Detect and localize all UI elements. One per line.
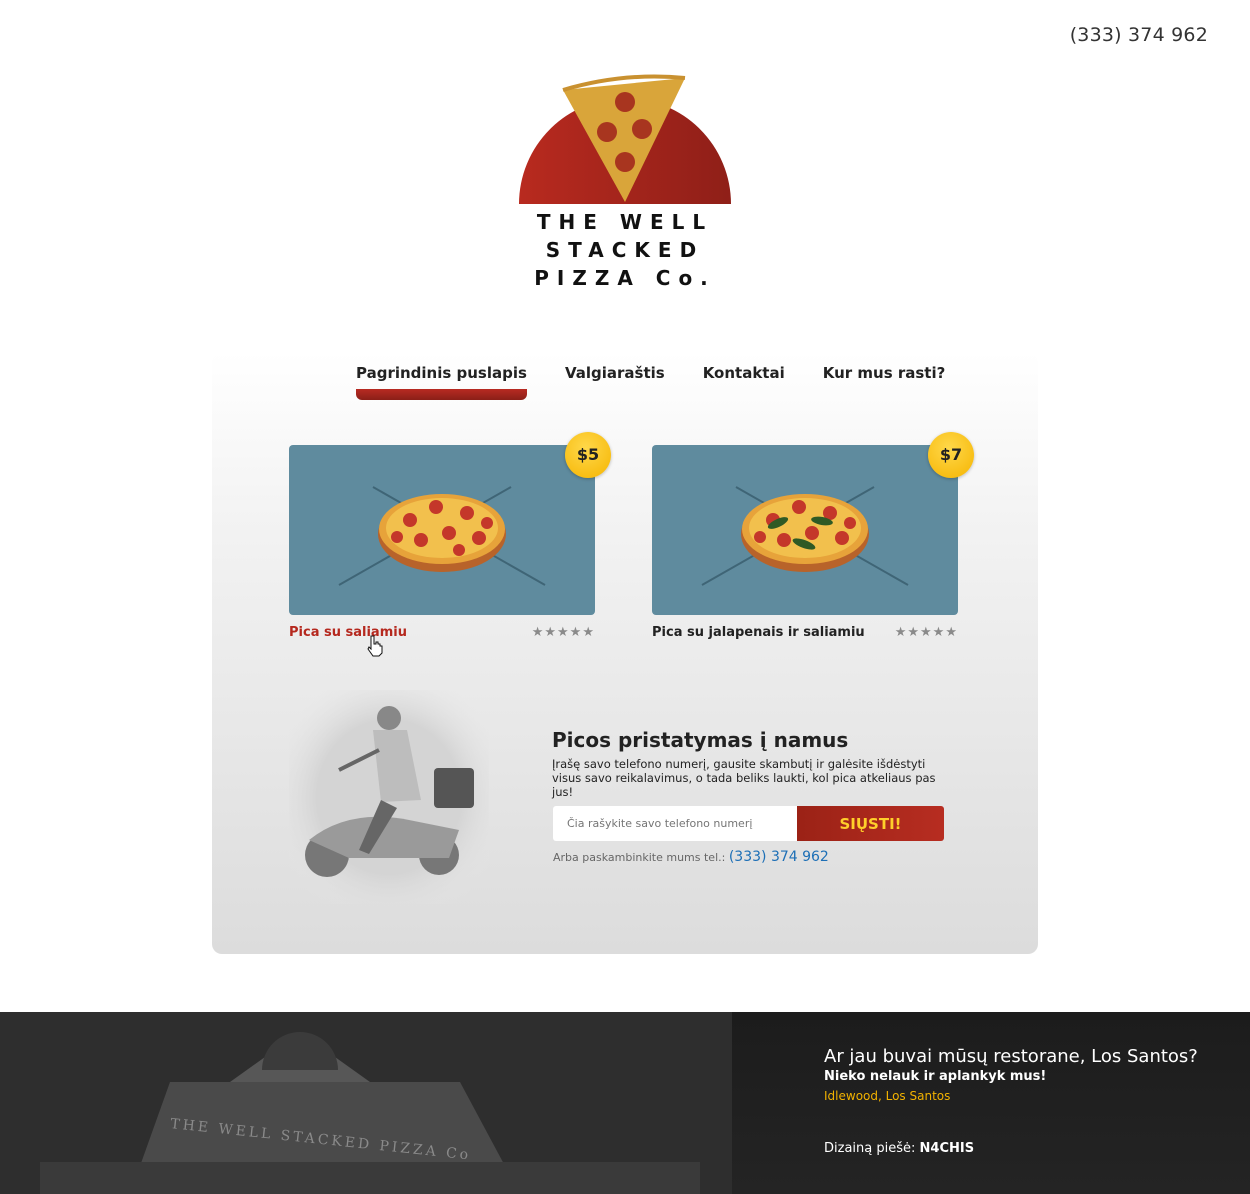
logo-line-1: THE WELL: [536, 210, 714, 234]
delivery-description: Įrašę savo telefono numerį, gausite skam…: [552, 757, 936, 799]
product-card-jalapeno[interactable]: $7 Pica su jalapenais ir saliamiu ★★★★★: [652, 432, 974, 640]
pizza-icon: [338, 486, 546, 586]
logo-line-3: PIZZA Co.: [534, 266, 716, 290]
credit-label: Dizainą piešė:: [824, 1141, 916, 1156]
product-title[interactable]: Pica su jalapenais ir saliamiu: [652, 625, 865, 640]
pizza-logo-icon: [519, 74, 731, 204]
restaurant-photo: THE WELL STACKED PIZZA Co: [0, 1012, 732, 1194]
hand-cursor-icon: [367, 635, 383, 657]
pizza-salami-image[interactable]: [289, 445, 595, 615]
scooter-icon: [289, 690, 489, 904]
price-badge: $7: [928, 432, 974, 478]
footer: THE WELL STACKED PIZZA Co: [0, 1012, 1250, 1194]
call-us-phone-link[interactable]: (333) 374 962: [729, 849, 829, 865]
logo-line-2: STACKED: [545, 238, 705, 262]
rating-stars[interactable]: ★★★★★: [532, 625, 595, 640]
footer-title: Ar jau buvai mūsų restorane, Los Santos?: [824, 1046, 1198, 1067]
footer-location-link[interactable]: Idlewood, Los Santos: [824, 1089, 950, 1103]
logo[interactable]: THE WELL STACKED PIZZA Co.: [512, 74, 738, 294]
credit-author: N4CHIS: [919, 1141, 975, 1156]
logo-text: THE WELL STACKED PIZZA Co.: [512, 208, 738, 292]
delivery-scooter-image: [289, 690, 489, 904]
price-badge: $5: [565, 432, 611, 478]
phone-form: SIŲSTI!: [553, 806, 944, 841]
footer-credit: Dizainą piešė: N4CHIS: [824, 1141, 974, 1156]
nav-item-location[interactable]: Kur mus rasti?: [823, 362, 946, 402]
product-card-salami[interactable]: $5 Pica su saliamiu ★★★★★: [289, 432, 611, 640]
restaurant-building-icon: THE WELL STACKED PIZZA Co: [0, 1012, 732, 1194]
main-nav: Pagrindinis puslapis Valgiaraštis Kontak…: [356, 362, 983, 402]
nav-item-menu[interactable]: Valgiaraštis: [565, 362, 665, 402]
nav-item-contacts[interactable]: Kontaktai: [703, 362, 785, 402]
call-us-line: Arba paskambinkite mums tel.: (333) 374 …: [553, 849, 829, 865]
footer-info-area: [732, 1012, 1250, 1194]
delivery-title: Picos pristatymas į namus: [552, 728, 849, 752]
phone-input[interactable]: [553, 806, 797, 841]
rating-stars[interactable]: ★★★★★: [895, 625, 958, 640]
pizza-jalapeno-image[interactable]: [652, 445, 958, 615]
footer-subtitle: Nieko nelauk ir aplankyk mus!: [824, 1069, 1047, 1084]
product-title[interactable]: Pica su saliamiu: [289, 625, 407, 640]
header-phone: (333) 374 962: [1069, 24, 1208, 46]
nav-item-home[interactable]: Pagrindinis puslapis: [356, 362, 527, 402]
call-us-label: Arba paskambinkite mums tel.:: [553, 851, 726, 864]
pizza-icon: [701, 486, 909, 586]
send-button[interactable]: SIŲSTI!: [797, 806, 944, 841]
